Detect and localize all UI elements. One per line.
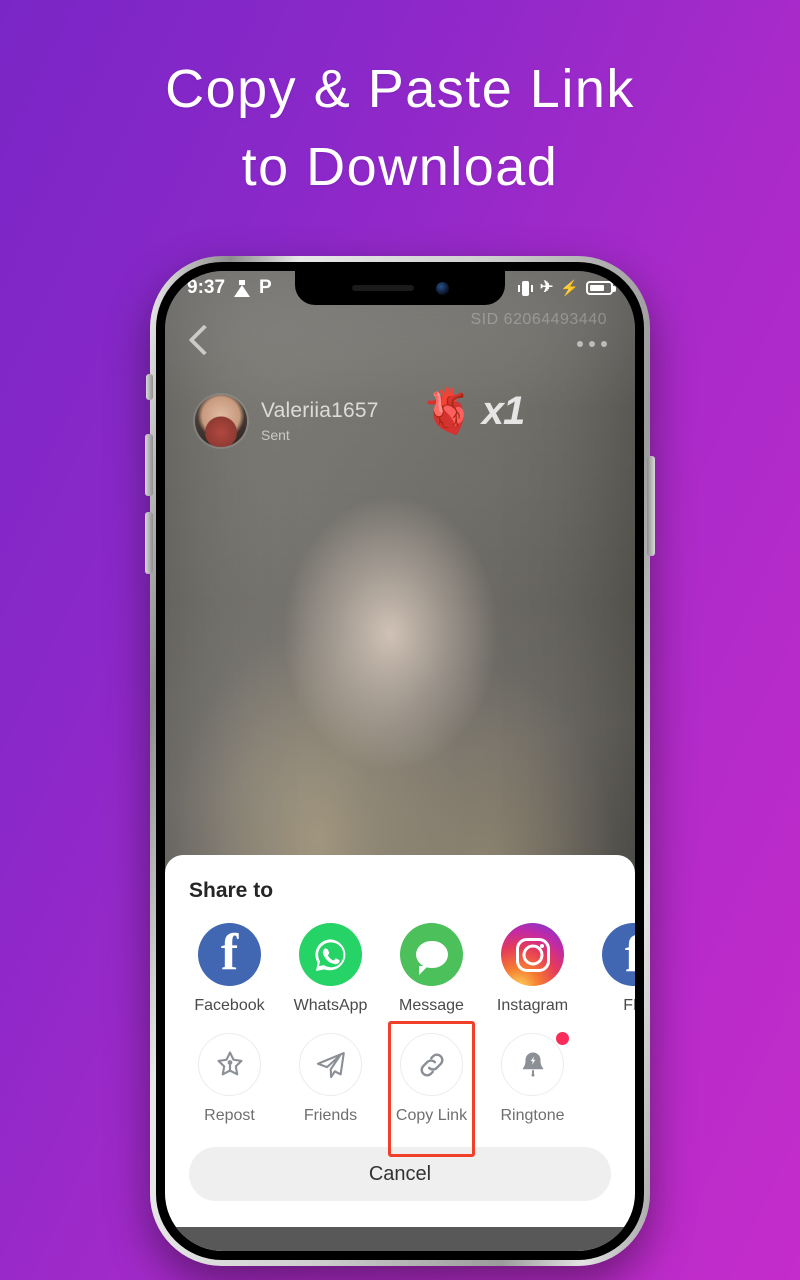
bell-bolt-icon <box>501 1033 564 1096</box>
earpiece-speaker-icon <box>351 285 414 291</box>
page-title-line-1: Copy & Paste Link <box>165 59 635 119</box>
share-sheet-title: Share to <box>189 879 274 902</box>
page-title-line-2: to Download <box>241 137 559 198</box>
battery-icon <box>586 281 616 295</box>
message-icon <box>400 923 463 986</box>
share-item-label: Instagram <box>496 997 569 1014</box>
share-row-1: f Facebook WhatsApp Message Instagram f … <box>165 903 635 1015</box>
sender-text: Valeriia1657 Sent <box>261 399 379 442</box>
share-item-label: FB <box>623 997 635 1014</box>
notification-badge-dot <box>556 1032 569 1045</box>
gift-animation: 🫀 x1 <box>421 386 525 436</box>
video-watermark: SID 62064493440 <box>470 311 607 328</box>
front-camera-icon <box>435 281 449 295</box>
charging-bolt-icon: ⚡ <box>560 279 579 297</box>
share-item-facebook[interactable]: f Facebook <box>179 923 280 1015</box>
share-item-label: Friends <box>303 1107 358 1124</box>
share-item-label: WhatsApp <box>293 997 368 1014</box>
share-item-label: Copy Link <box>395 1107 468 1124</box>
instagram-icon <box>501 923 564 986</box>
home-indicator-area <box>165 1227 635 1251</box>
phone-bezel: 9:37 P ✈ ⚡ SID 62064493440 Valeriia1657 … <box>156 262 644 1260</box>
share-item-label: Ringtone <box>500 1107 565 1124</box>
avatar[interactable] <box>195 395 247 447</box>
sender-row[interactable]: Valeriia1657 Sent <box>195 395 379 447</box>
airplane-mode-icon: ✈ <box>539 279 554 296</box>
share-item-whatsapp[interactable]: WhatsApp <box>280 923 381 1015</box>
parking-p-icon: P <box>259 277 272 298</box>
link-chain-icon <box>400 1033 463 1096</box>
status-bar-time: 9:37 <box>187 277 226 298</box>
share-row-2: Repost Friends Copy Link Ringtone <box>165 1015 635 1157</box>
paper-plane-icon <box>299 1033 362 1096</box>
video-top-bar: SID 62064493440 <box>165 311 635 381</box>
gift-count: x1 <box>481 389 525 433</box>
device-notch <box>295 271 505 305</box>
status-bar-right: ✈ ⚡ <box>517 279 616 297</box>
whatsapp-icon <box>299 923 362 986</box>
more-options-icon[interactable] <box>577 341 607 347</box>
share-item-ringtone[interactable]: Ringtone <box>482 1032 583 1125</box>
phone-mockup: 9:37 P ✈ ⚡ SID 62064493440 Valeriia1657 … <box>145 256 655 1266</box>
sender-status: Sent <box>261 426 290 443</box>
vibrate-icon <box>517 280 533 297</box>
cancel-button[interactable]: Cancel <box>189 1147 611 1201</box>
share-item-copy-link[interactable]: Copy Link <box>381 1021 482 1157</box>
share-item-message[interactable]: Message <box>381 923 482 1015</box>
share-item-label: Facebook <box>194 997 265 1014</box>
sender-name: Valeriia1657 <box>261 399 379 423</box>
volume-down-button[interactable] <box>145 512 153 574</box>
cancel-button-container: Cancel <box>165 1125 635 1227</box>
page-title: Copy & Paste Link to Download <box>0 50 800 207</box>
share-item-label: Message <box>399 997 464 1014</box>
mute-switch-button[interactable] <box>146 374 153 400</box>
heart-hands-icon: 🫀 <box>421 386 476 436</box>
share-sheet: Share to f Facebook WhatsApp Message Ins… <box>165 855 635 1251</box>
flask-icon <box>234 279 251 297</box>
repost-star-icon <box>198 1033 261 1096</box>
phone-screen: 9:37 P ✈ ⚡ SID 62064493440 Valeriia1657 … <box>165 271 635 1251</box>
share-item-instagram[interactable]: Instagram <box>482 923 583 1015</box>
share-item-repost[interactable]: Repost <box>179 1033 280 1125</box>
facebook-story-icon: f <box>602 923 635 986</box>
share-item-label: Repost <box>204 1107 255 1124</box>
back-chevron-icon[interactable] <box>188 324 220 356</box>
facebook-icon: f <box>198 923 261 986</box>
volume-up-button[interactable] <box>145 434 153 496</box>
status-bar-left: 9:37 P <box>187 277 272 299</box>
share-item-friends[interactable]: Friends <box>280 1033 381 1125</box>
power-button[interactable] <box>647 456 655 556</box>
share-item-facebook-story[interactable]: f FB <box>583 923 635 1015</box>
